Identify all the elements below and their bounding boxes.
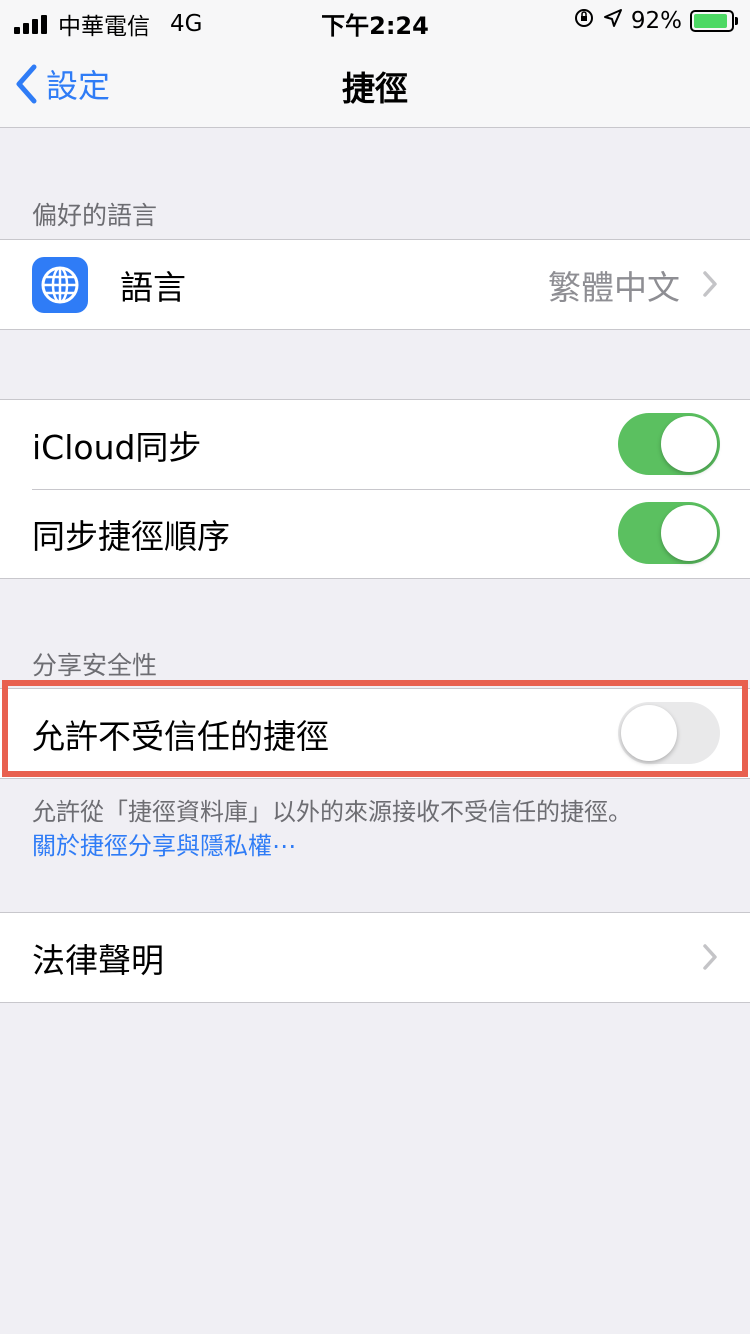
language-value: 繁體中文	[548, 267, 680, 307]
chevron-right-icon	[703, 944, 717, 970]
security-section-header: 分享安全性	[32, 651, 158, 680]
sync-group: iCloud同步 同步捷徑順序	[0, 399, 750, 579]
language-row[interactable]: 語言 繁體中文	[0, 240, 750, 329]
privacy-link[interactable]: 關於捷徑分享與隱私權⋯	[32, 829, 632, 863]
sync-order-label: 同步捷徑順序	[32, 516, 230, 556]
page-title: 捷徑	[342, 69, 408, 108]
sync-order-toggle[interactable]	[618, 502, 720, 564]
legal-group: 法律聲明	[0, 912, 750, 1003]
security-footer: 允許從「捷徑資料庫」以外的來源接收不受信任的捷徑。 關於捷徑分享與隱私權⋯	[32, 795, 632, 863]
language-group: 語言 繁體中文	[0, 239, 750, 330]
language-section-header: 偏好的語言	[32, 201, 158, 230]
status-bar: 中華電信 4G 下午2:24 92%	[0, 0, 750, 40]
untrusted-shortcuts-row: 允許不受信任的捷徑	[0, 689, 750, 778]
icloud-sync-row: iCloud同步	[0, 400, 750, 489]
battery-percent: 92%	[630, 8, 682, 34]
location-icon	[603, 8, 623, 34]
sync-order-row: 同步捷徑順序	[0, 489, 750, 578]
toggle-knob	[661, 416, 717, 472]
toggle-knob	[621, 705, 677, 761]
icloud-sync-label: iCloud同步	[32, 427, 202, 467]
untrusted-shortcuts-toggle[interactable]	[618, 702, 720, 764]
battery-fill	[694, 14, 728, 28]
security-footer-text: 允許從「捷徑資料庫」以外的來源接收不受信任的捷徑。	[32, 798, 632, 826]
language-label: 語言	[120, 267, 186, 307]
legal-label: 法律聲明	[32, 940, 164, 980]
status-right: 92%	[573, 7, 738, 35]
security-group: 允許不受信任的捷徑	[0, 688, 750, 779]
battery-icon	[690, 10, 738, 32]
nav-bar: 設定 捷徑	[0, 40, 750, 128]
globe-icon	[32, 256, 88, 313]
untrusted-shortcuts-label: 允許不受信任的捷徑	[32, 716, 329, 756]
legal-row[interactable]: 法律聲明	[0, 913, 750, 1002]
chevron-right-icon	[703, 271, 717, 297]
toggle-knob	[661, 505, 717, 561]
icloud-sync-toggle[interactable]	[618, 413, 720, 475]
orientation-lock-icon	[573, 7, 595, 35]
